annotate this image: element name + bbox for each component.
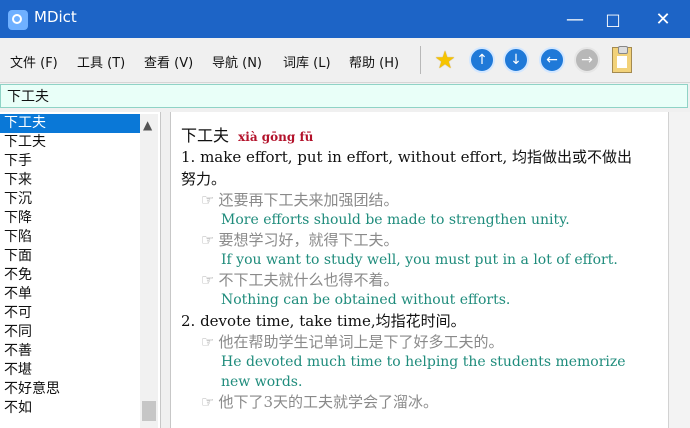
dictionary-entry: 下工夫 xià gōng fū 1. make effort, put in e…: [181, 122, 641, 412]
example-en: He devoted much time to helping the stud…: [221, 354, 626, 390]
menu-navigation[interactable]: 导航 (N): [212, 52, 262, 71]
star-icon[interactable]: ★: [432, 46, 458, 74]
example-bullet-icon: ☞: [201, 191, 215, 209]
scroll-up-icon[interactable]: ▲: [143, 118, 152, 132]
word-list-item[interactable]: 下面: [0, 247, 140, 266]
word-list-item[interactable]: 不好意思: [0, 380, 140, 399]
word-list-item[interactable]: 不堪: [0, 361, 140, 380]
example-cn: 要想学习好，就得下工夫。: [218, 231, 399, 249]
example-cn: 不下工夫就什么也得不着。: [218, 271, 399, 289]
word-list-item[interactable]: 不同: [0, 323, 140, 342]
word-list-item[interactable]: 下降: [0, 209, 140, 228]
sense-2: 2. devote time, take time,均指花时间。: [181, 312, 466, 330]
back-arrow-icon[interactable]: ←: [539, 47, 565, 73]
example-cn: 他下了3天的工夫就学会了溜冰。: [218, 393, 438, 411]
clipboard-icon[interactable]: [612, 46, 632, 73]
example-cn: 还要再下工夫来加强团结。: [218, 191, 399, 209]
search-input[interactable]: [7, 88, 677, 104]
menu-tools[interactable]: 工具 (T): [77, 52, 125, 71]
word-list-pane: 下工夫 下工夫 下手 下来 下沉 下降 下陷 下面 不免 不单 不可 不同 不善…: [0, 112, 161, 428]
word-list-item[interactable]: 下工夫: [0, 133, 140, 152]
down-arrow-icon[interactable]: ↓: [503, 47, 529, 73]
definition-scrollbar[interactable]: [668, 112, 690, 428]
example-en: More efforts should be made to strengthe…: [221, 212, 570, 228]
example-bullet-icon: ☞: [201, 231, 215, 249]
word-list-item[interactable]: 下陷: [0, 228, 140, 247]
pinyin: xià gōng fū: [238, 130, 314, 144]
forward-arrow-icon[interactable]: →: [574, 47, 600, 73]
example-bullet-icon: ☞: [201, 333, 215, 351]
sense-1: 1. make effort, put in effort, without e…: [181, 148, 632, 188]
menu-library[interactable]: 词库 (L): [283, 52, 331, 71]
example-5: ☞ 他下了3天的工夫就学会了溜冰。: [201, 392, 641, 412]
example-en: If you want to study well, you must put …: [221, 252, 618, 268]
word-list-item[interactable]: 下手: [0, 152, 140, 171]
up-arrow-icon[interactable]: ↑: [469, 47, 495, 73]
word-list-scrollbar[interactable]: ▲: [140, 114, 158, 428]
example-bullet-icon: ☞: [201, 271, 215, 289]
word-list: 下工夫 下工夫 下手 下来 下沉 下降 下陷 下面 不免 不单 不可 不同 不善…: [0, 114, 140, 418]
word-list-item[interactable]: 不可: [0, 304, 140, 323]
example-3: ☞ 不下工夫就什么也得不着。 Nothing can be obtained wi…: [201, 270, 641, 310]
example-bullet-icon: ☞: [201, 393, 215, 411]
toolbar-separator: [420, 46, 421, 74]
word-list-item[interactable]: 下工夫: [0, 114, 140, 133]
menu-view[interactable]: 查看 (V): [144, 52, 193, 71]
word-list-item[interactable]: 不善: [0, 342, 140, 361]
search-bar: [0, 84, 688, 108]
word-list-item[interactable]: 不免: [0, 266, 140, 285]
word-list-item[interactable]: 不如: [0, 399, 140, 418]
definition-pane: 下工夫 xià gōng fū 1. make effort, put in e…: [170, 112, 690, 428]
close-button[interactable]: ✕: [640, 0, 686, 38]
word-list-item[interactable]: 下沉: [0, 190, 140, 209]
word-list-item[interactable]: 下来: [0, 171, 140, 190]
example-4: ☞ 他在帮助学生记单词上是下了好多工夫的。 He devoted much tim…: [201, 332, 641, 392]
example-2: ☞ 要想学习好，就得下工夫。 If you want to study well,…: [201, 230, 641, 270]
word-list-item[interactable]: 不单: [0, 285, 140, 304]
example-en: Nothing can be obtained without efforts.: [221, 292, 511, 308]
window-title: MDict: [34, 8, 77, 26]
title-bar: MDict — □ ✕: [0, 0, 690, 38]
scroll-thumb[interactable]: [142, 401, 156, 421]
example-1: ☞ 还要再下工夫来加强团结。 More efforts should be mad…: [201, 190, 641, 230]
menu-file[interactable]: 文件 (F): [10, 52, 58, 71]
app-icon: [8, 10, 28, 30]
headword: 下工夫: [181, 126, 230, 145]
menu-help[interactable]: 帮助 (H): [349, 52, 399, 71]
maximize-button[interactable]: □: [590, 0, 636, 38]
example-cn: 他在帮助学生记单词上是下了好多工夫的。: [218, 333, 504, 351]
